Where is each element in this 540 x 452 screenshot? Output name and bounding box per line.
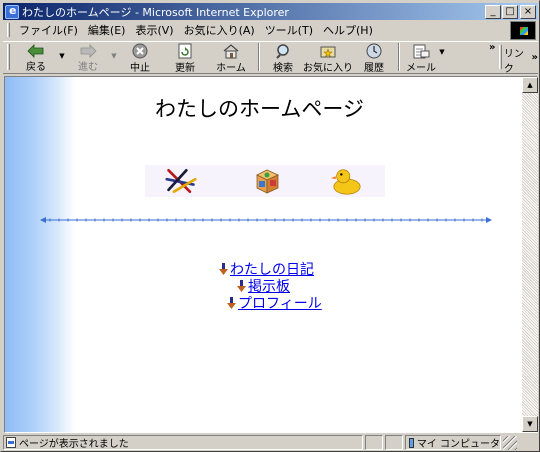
home-icon — [222, 43, 240, 59]
search-label: 検索 — [273, 63, 293, 74]
vertical-scrollbar[interactable]: ▲ ▼ — [522, 77, 538, 432]
mail-dropdown-icon[interactable]: ▼ — [438, 48, 446, 56]
toolbar-chevron-icon[interactable]: » — [489, 42, 495, 53]
menu-view[interactable]: 表示(V) — [130, 22, 178, 38]
windows-logo-icon — [510, 21, 536, 40]
menu-tools[interactable]: ツール(T) — [260, 22, 318, 38]
link-row-profile: プロフィール — [227, 293, 322, 313]
stop-icon — [131, 43, 149, 59]
status-bar: ページが表示されました マイ コンピュータ — [3, 434, 538, 451]
favorites-button[interactable]: お気に入り — [302, 42, 354, 74]
title-bar: わたしのホームページ - Microsoft Internet Explorer… — [3, 3, 538, 20]
toolbar-separator-2 — [398, 43, 400, 71]
status-pane-empty-1 — [365, 435, 383, 450]
toolbar-grip[interactable] — [7, 44, 10, 70]
menu-file[interactable]: ファイル(F) — [14, 22, 83, 38]
home-label: ホーム — [216, 63, 246, 74]
standard-toolbar: 戻る ▼ 進む ▼ 中止 更新 ホーム 検索 お気に入り 履歴 メール ▼ » … — [3, 41, 538, 75]
menu-bar: ファイル(F) 編集(E) 表示(V) お気に入り(A) ツール(T) ヘルプ(… — [3, 21, 503, 39]
chopsticks-icon — [165, 168, 197, 193]
stop-label: 中止 — [130, 63, 150, 74]
menu-help[interactable]: ヘルプ(H) — [318, 22, 378, 38]
forward-button[interactable]: 進む — [66, 42, 110, 73]
favorites-folder-icon — [319, 43, 337, 59]
back-arrow-icon — [27, 43, 45, 58]
profile-link[interactable]: プロフィール — [238, 293, 322, 313]
mail-icon — [412, 43, 430, 59]
back-dropdown-icon[interactable]: ▼ — [58, 52, 66, 60]
arrow-down-icon — [237, 279, 246, 292]
stop-button[interactable]: 中止 — [118, 42, 162, 74]
links-grip[interactable] — [499, 45, 502, 69]
window-controls: _ □ × — [484, 5, 536, 19]
history-button[interactable]: 履歴 — [354, 42, 394, 74]
status-pane-empty-2 — [385, 435, 403, 450]
history-label: 履歴 — [364, 63, 384, 74]
arrow-down-icon — [219, 262, 228, 275]
links-label[interactable]: リンク — [504, 45, 531, 75]
security-zone-pane: マイ コンピュータ — [405, 435, 501, 450]
menubar-grip[interactable] — [7, 23, 10, 37]
mail-button[interactable]: メール — [404, 42, 438, 74]
window-title: わたしのホームページ - Microsoft Internet Explorer — [22, 5, 289, 19]
page-loaded-icon — [6, 437, 16, 448]
zone-text: マイ コンピュータ — [416, 439, 500, 450]
links-bar: リンク » — [499, 44, 538, 75]
resize-grip[interactable] — [503, 435, 517, 450]
minimize-button[interactable]: _ — [485, 5, 501, 19]
close-button[interactable]: × — [520, 5, 536, 19]
maximize-button[interactable]: □ — [502, 5, 518, 19]
favorites-label: お気に入り — [303, 63, 353, 74]
page-title: わたしのホームページ — [155, 97, 364, 121]
menu-favorites[interactable]: お気に入り(A) — [179, 22, 260, 38]
forward-dropdown-icon[interactable]: ▼ — [110, 52, 118, 60]
back-button[interactable]: 戻る — [14, 42, 58, 73]
forward-arrow-icon — [79, 43, 97, 58]
arrow-down-icon — [227, 296, 236, 309]
menu-edit[interactable]: 編集(E) — [83, 22, 131, 38]
history-icon — [365, 43, 383, 59]
mail-label: メール — [406, 63, 436, 74]
decorative-divider — [40, 217, 492, 223]
rubber-duck-icon — [331, 169, 361, 195]
status-message-pane: ページが表示されました — [3, 435, 363, 450]
forward-label: 進む — [78, 62, 98, 73]
refresh-button[interactable]: 更新 — [162, 42, 208, 74]
toy-block-icon — [256, 169, 279, 194]
search-icon — [274, 43, 292, 59]
refresh-icon — [176, 43, 194, 59]
scroll-down-button[interactable]: ▼ — [522, 416, 538, 432]
my-computer-icon — [409, 437, 414, 448]
left-gradient-band — [5, 77, 75, 432]
scroll-up-button[interactable]: ▲ — [522, 77, 538, 93]
page-content: わたしのホームページ わたしの日記 掲示板 プロフィール — [5, 77, 522, 432]
search-button[interactable]: 検索 — [264, 42, 302, 74]
toolbar-separator — [258, 43, 260, 71]
refresh-label: 更新 — [175, 63, 195, 74]
ie-app-icon[interactable] — [5, 4, 19, 19]
browser-window: わたしのホームページ - Microsoft Internet Explorer… — [0, 0, 540, 452]
back-label: 戻る — [26, 62, 46, 73]
status-text: ページが表示されました — [19, 439, 129, 450]
icon-strip — [145, 165, 385, 197]
home-button[interactable]: ホーム — [208, 42, 254, 74]
links-chevron-icon[interactable]: » — [532, 52, 538, 63]
